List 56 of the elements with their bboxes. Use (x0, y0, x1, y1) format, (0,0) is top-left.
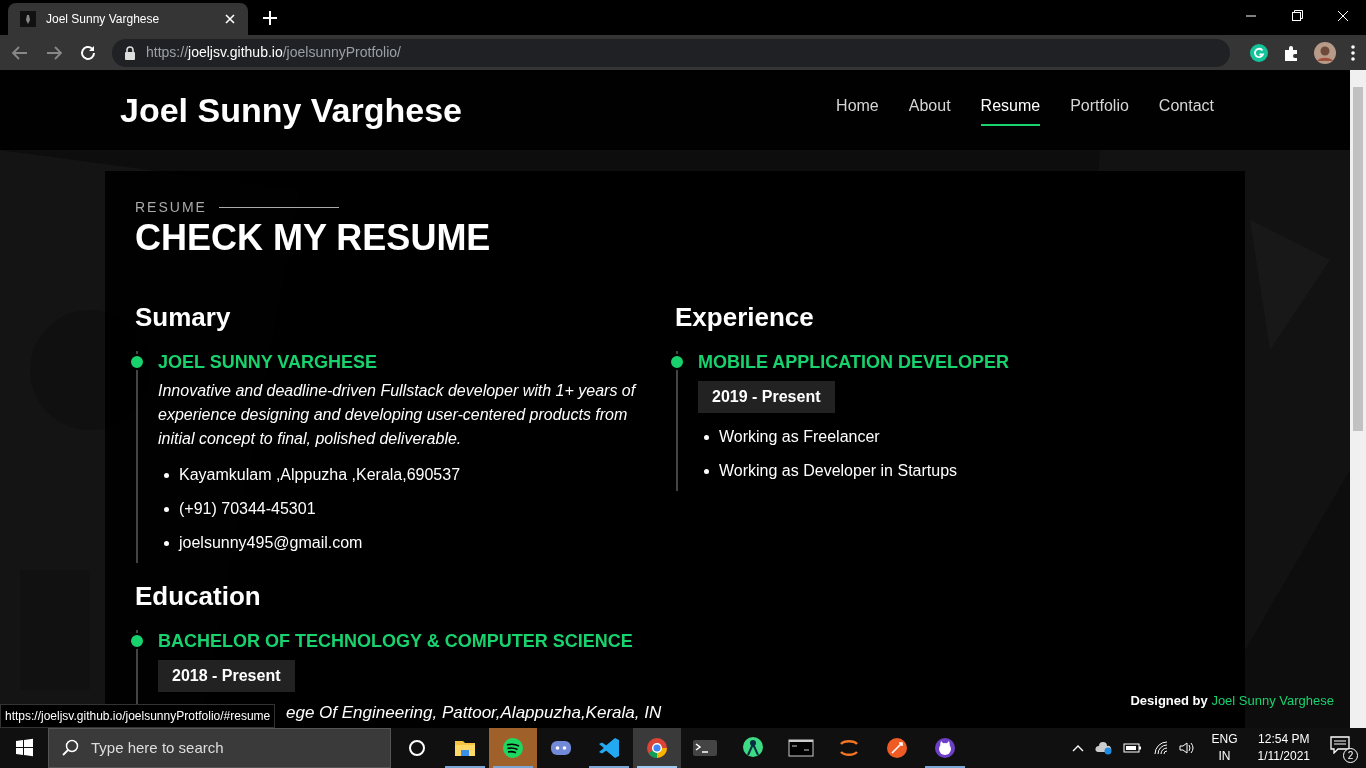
nav-link[interactable]: Home (836, 94, 879, 126)
search-field[interactable]: Type here to search (91, 736, 341, 760)
new-tab-icon[interactable] (262, 10, 278, 26)
notification-icon (1330, 736, 1350, 754)
site-title: Joel Sunny Varghese (120, 89, 464, 131)
section-heading: CHECK MY RESUME (135, 218, 492, 258)
close-icon[interactable] (224, 13, 236, 25)
nav-link[interactable]: Contact (1158, 94, 1214, 126)
period-badge: 2019 - Present (698, 381, 835, 413)
notification-button[interactable]: 2 (1328, 733, 1358, 763)
favicon-icon (20, 11, 36, 27)
avatar-icon[interactable] (1314, 41, 1336, 64)
scroll-thumb[interactable] (1353, 87, 1363, 431)
bullet-icon (704, 468, 709, 474)
list-item-text: Kayamkulam ,Alppuzha ,Kerala,690537 (179, 465, 461, 485)
onedrive-icon[interactable] (1095, 741, 1114, 755)
column-title: Sumary (135, 301, 232, 334)
battery-icon[interactable] (1123, 741, 1144, 755)
list-item-text: Working as Freelancer (719, 427, 880, 447)
status-url: https://joeljsv.github.io/joelsunnyProtfolio/#resume (0, 704, 276, 728)
language-indicator[interactable]: ENG IN (1211, 731, 1238, 765)
grammarly-icon[interactable] (1250, 43, 1268, 62)
entry-title: BACHELOR OF TECHNOLOGY & COMPUTER SCIENCE (158, 630, 633, 652)
entry-detail: ege Of Engineering, Pattoor,Alappuzha,Kerala, IN (286, 702, 662, 724)
nav-link[interactable]: Resume (980, 94, 1041, 126)
address-bar[interactable]: https://joeljsv.github.io/joelsunnyProtfolio/ (112, 38, 1230, 67)
bullet-icon (164, 540, 169, 546)
bullet-icon (164, 472, 169, 478)
footer-credit: Designed by Joel Sunny Varghese (1130, 691, 1334, 710)
bullet-icon (164, 506, 169, 512)
entry-title: MOBILE APPLICATION DEVELOPER (698, 351, 1011, 373)
list-item-text: joelsunny495@gmail.com (179, 533, 363, 553)
bullet-icon (704, 434, 709, 440)
url-text: https://joeljsv.github.io/joelsunnyProtfolio/ (146, 43, 401, 62)
search-field[interactable]: Type here to search (48, 728, 391, 768)
browser-tab[interactable]: Joel Sunny Varghese (8, 3, 248, 35)
column-title: Experience (675, 301, 815, 334)
notification-count: 2 (1343, 748, 1358, 763)
summary-text: Innovative and deadline-driven Fullstack developer with 1+ years of experience designing and developing user-centered products from initial concept to final, polished deliverable. (158, 381, 638, 449)
lock-icon (124, 45, 136, 60)
list-item-text: Working as Developer in Startups (719, 461, 958, 481)
puzzle-icon[interactable] (1282, 43, 1300, 62)
volume-icon[interactable] (1179, 741, 1196, 755)
wifi-icon[interactable] (1153, 741, 1170, 755)
clock[interactable]: 12:54 PM 1/11/2021 (1257, 731, 1310, 765)
entry-title: JOEL SUNNY VARGHESE (158, 351, 379, 373)
nav-link[interactable]: About (908, 94, 951, 126)
search-icon (61, 739, 79, 757)
more-icon[interactable] (1350, 43, 1356, 62)
scrollbar[interactable] (1350, 70, 1366, 728)
nav-link[interactable]: Portfolio (1070, 94, 1129, 126)
taskbar-app[interactable] (633, 728, 681, 768)
section-label: RESUME (135, 198, 207, 217)
period-badge: 2018 - Present (158, 660, 295, 692)
list-item-text: (+91) 70344-45301 (179, 499, 316, 519)
column-title: Education (135, 580, 262, 613)
